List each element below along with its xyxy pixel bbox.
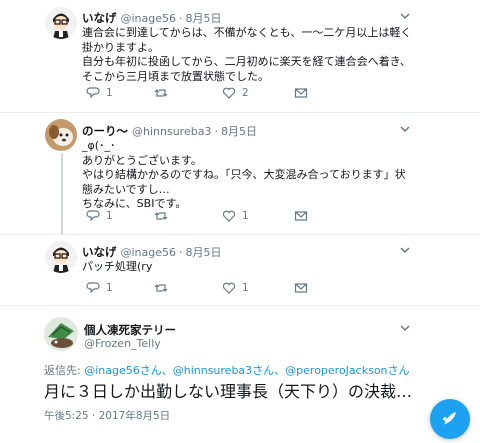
tweet-actions: 1 1 [82,281,382,297]
reply-count: 1 [106,282,113,294]
avatar-frozen-character-icon [44,317,78,351]
tweet-actions: 1 1 [82,209,382,225]
like-button[interactable]: 1 [222,209,249,223]
divider [0,305,480,306]
reply-count: 1 [106,87,113,99]
compose-tweet-button[interactable] [430,399,470,439]
reply-icon [86,87,100,99]
heart-icon [222,210,236,222]
tweet-text: _φ(･_･ ありがとうございます。 やはり結構かかるのですね。「只今、大変混み… [82,139,406,210]
reply-button[interactable]: 1 [86,209,113,223]
heart-icon [222,282,236,294]
author-name[interactable]: いなげ [82,10,117,26]
retweet-icon [154,284,168,292]
author-handle[interactable]: @inage56 [121,12,177,25]
tweet-text: 月に３日しか出勤しない理事長（天下り）の決裁… [44,382,413,401]
like-button[interactable]: 2 [222,86,249,100]
reply-icon [86,282,100,294]
thread-connector-line [61,153,63,234]
retweet-button[interactable] [154,281,174,295]
like-count: 1 [242,282,249,294]
envelope-icon [294,211,308,221]
reply-tweet-2[interactable]: のーり〜 @hinnsureba3 · 8月5日 _φ(･_･ ありがとうござい… [0,113,480,234]
avatar[interactable] [45,7,77,39]
author-handle[interactable]: @hinnsureba3 [132,125,211,138]
retweet-button[interactable] [154,86,174,100]
like-button[interactable]: 1 [222,281,249,295]
avatar-glasses-character-icon [45,241,77,273]
heart-icon [222,87,236,99]
chevron-down-icon[interactable] [398,9,412,23]
replying-to-prefix: 返信先: [44,364,85,377]
replying-to-users-link[interactable]: @inage56さん、@hinnsureba3さん、@peroperoJacks… [84,364,409,377]
tweet-text: 連合会に到達してからは、不備がなくとも、一〜二ケ月以上は軽く掛かりますよ。 自分… [82,26,412,83]
tweet-text: パッチ処理(ry [82,260,153,273]
tweet-date[interactable]: 8月5日 [186,10,222,26]
chevron-down-icon[interactable] [398,243,412,257]
reply-count: 1 [106,210,113,222]
reply-icon [86,210,100,222]
tweet-actions: 1 2 [82,86,382,102]
direct-message-button[interactable] [294,209,314,223]
tweet-date[interactable]: 8月5日 [221,123,257,139]
envelope-icon [294,88,308,98]
like-count: 1 [242,210,249,222]
reply-tweet-1[interactable]: いなげ @inage56 · 8月5日 連合会に到達してからは、不備がなくとも、… [0,0,480,112]
chevron-down-icon[interactable] [398,122,412,136]
tweet-timestamp[interactable]: 午後5:25 · 2017年8月5日 [44,408,170,423]
retweet-button[interactable] [154,209,174,223]
reply-button[interactable]: 1 [86,86,113,100]
tweet-date[interactable]: 8月5日 [186,244,222,260]
author-name[interactable]: 個人凍死家テリー [84,322,176,338]
replying-to: 返信先: @inage56さん、@hinnsureba3さん、@peropero… [44,362,410,378]
direct-message-button[interactable] [294,281,314,295]
compose-tweet-icon [443,412,456,425]
like-count: 2 [242,87,249,99]
reply-button[interactable]: 1 [86,281,113,295]
separator-dot: · [179,12,183,25]
avatar-dog-photo-icon [45,119,77,151]
chevron-down-icon[interactable] [398,321,412,335]
avatar-glasses-character-icon [45,7,77,39]
author-handle[interactable]: @Frozen_Telly [84,337,161,350]
separator-dot: · [214,125,218,138]
reply-tweet-3[interactable]: いなげ @inage56 · 8月5日 パッチ処理(ry 1 1 [0,235,480,305]
direct-message-button[interactable] [294,86,314,100]
author-name[interactable]: いなげ [82,244,117,260]
separator-dot: · [179,246,183,259]
avatar[interactable] [45,119,77,151]
author-name[interactable]: のーり〜 [82,123,128,139]
retweet-icon [154,212,168,220]
author-handle[interactable]: @inage56 [121,246,177,259]
avatar[interactable] [45,241,77,273]
retweet-icon [154,89,168,97]
envelope-icon [294,283,308,293]
avatar[interactable] [44,317,78,351]
